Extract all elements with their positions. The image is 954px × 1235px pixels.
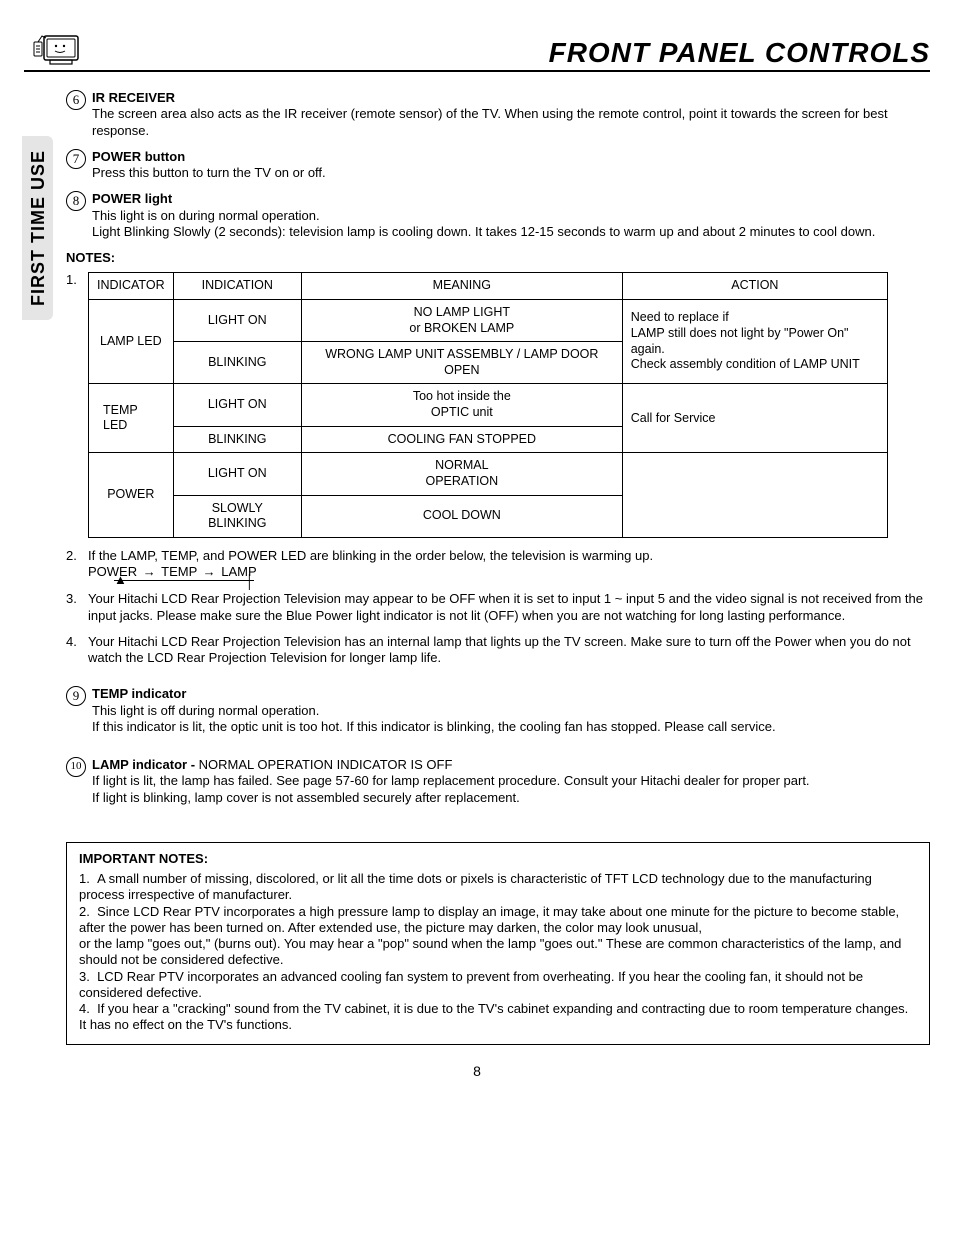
cell-power-action: [622, 453, 887, 538]
marker-9: 9: [66, 686, 86, 706]
cell-temp-led: TEMP LED: [89, 384, 174, 453]
tv-icon: [32, 28, 82, 68]
item-power-button: 7 POWER button Press this button to turn…: [66, 149, 930, 182]
item-7-title: POWER button: [92, 149, 185, 164]
item-lamp-indicator: 10 LAMP indicator - NORMAL OPERATION IND…: [66, 757, 930, 806]
important-header: IMPORTANT NOTES:: [79, 851, 917, 867]
item-9-line1: This light is off during normal operatio…: [92, 703, 319, 718]
notes-label: NOTES:: [66, 250, 930, 266]
cell: SLOWLY BLINKING: [173, 495, 301, 537]
note-3: 3. Your Hitachi LCD Rear Projection Tele…: [66, 591, 930, 624]
item-8-title: POWER light: [92, 191, 172, 206]
cell: BLINKING: [173, 426, 301, 453]
cell: LIGHT ON: [173, 299, 301, 341]
indicator-table: INDICATOR INDICATION MEANING ACTION LAMP…: [88, 272, 888, 538]
side-tab: FIRST TIME USE: [22, 136, 53, 320]
note-1: 1. INDICATOR INDICATION MEANING ACTION L…: [66, 272, 930, 538]
important-note-4: 4. If you hear a "cracking" sound from t…: [79, 1001, 917, 1034]
item-ir-receiver: 6 IR RECEIVER The screen area also acts …: [66, 90, 930, 139]
item-power-light: 8 POWER light This light is on during no…: [66, 191, 930, 240]
page-header: FRONT PANEL CONTROLS: [24, 28, 930, 72]
th-meaning: MEANING: [301, 273, 622, 300]
note-4: 4. Your Hitachi LCD Rear Projection Tele…: [66, 634, 930, 667]
item-6-title: IR RECEIVER: [92, 90, 175, 105]
cell-temp-action: Call for Service: [622, 384, 887, 453]
cell: WRONG LAMP UNIT ASSEMBLY / LAMP DOOR OPE…: [301, 342, 622, 384]
item-8-body: This light is on during normal operation…: [92, 208, 875, 239]
th-indication: INDICATION: [173, 273, 301, 300]
page-title: FRONT PANEL CONTROLS: [549, 35, 930, 70]
note-2-text: If the LAMP, TEMP, and POWER LED are bli…: [88, 548, 653, 563]
marker-7: 7: [66, 149, 86, 169]
seq-power: POWER: [88, 564, 137, 579]
marker-10: 10: [66, 757, 86, 777]
sequence-loop-arrow: ▲ │: [114, 580, 254, 581]
cell: NORMAL OPERATION: [301, 453, 622, 495]
item-10-title-bold: LAMP indicator -: [92, 757, 199, 772]
important-note-1: 1. A small number of missing, discolored…: [79, 871, 917, 904]
item-9-line2: If this indicator is lit, the optic unit…: [92, 719, 776, 734]
item-10-title-rest: NORMAL OPERATION INDICATOR IS OFF: [199, 757, 453, 772]
note-3-text: Your Hitachi LCD Rear Projection Televis…: [88, 591, 930, 624]
marker-8: 8: [66, 191, 86, 211]
tick-icon: │: [246, 574, 254, 590]
cell: LIGHT ON: [173, 384, 301, 426]
cell-lamp-led: LAMP LED: [89, 299, 174, 384]
cell-power: POWER: [89, 453, 174, 538]
marker-6: 6: [66, 90, 86, 110]
note-4-text: Your Hitachi LCD Rear Projection Televis…: [88, 634, 930, 667]
important-notes-box: IMPORTANT NOTES: 1. A small number of mi…: [66, 842, 930, 1045]
note-2: 2. If the LAMP, TEMP, and POWER LED are …: [66, 548, 930, 582]
th-indicator: INDICATOR: [89, 273, 174, 300]
arrow-up-icon: ▲: [114, 572, 127, 588]
page-number: 8: [24, 1063, 930, 1081]
cell: Too hot inside the OPTIC unit: [301, 384, 622, 426]
cell: NO LAMP LIGHT or BROKEN LAMP: [301, 299, 622, 341]
item-9-title: TEMP indicator: [92, 686, 186, 701]
cell: LIGHT ON: [173, 453, 301, 495]
item-6-body: The screen area also acts as the IR rece…: [92, 106, 888, 137]
important-note-3: 3. LCD Rear PTV incorporates an advanced…: [79, 969, 917, 1002]
arrow-icon: →: [203, 564, 216, 579]
cell: COOLING FAN STOPPED: [301, 426, 622, 453]
item-temp-indicator: 9 TEMP indicator This light is off durin…: [66, 686, 930, 735]
item-10-line2: If light is blinking, lamp cover is not …: [92, 790, 520, 805]
arrow-icon: →: [143, 564, 156, 579]
important-note-2: 2. Since LCD Rear PTV incorporates a hig…: [79, 904, 917, 937]
important-note-2b: or the lamp "goes out," (burns out). You…: [79, 936, 917, 969]
th-action: ACTION: [622, 273, 887, 300]
item-10-line1: If light is lit, the lamp has failed. Se…: [92, 773, 810, 788]
cell-lamp-action: Need to replace if LAMP still does not l…: [622, 299, 887, 384]
seq-temp: TEMP: [161, 564, 197, 579]
item-7-body: Press this button to turn the TV on or o…: [92, 165, 326, 180]
cell: COOL DOWN: [301, 495, 622, 537]
cell: BLINKING: [173, 342, 301, 384]
